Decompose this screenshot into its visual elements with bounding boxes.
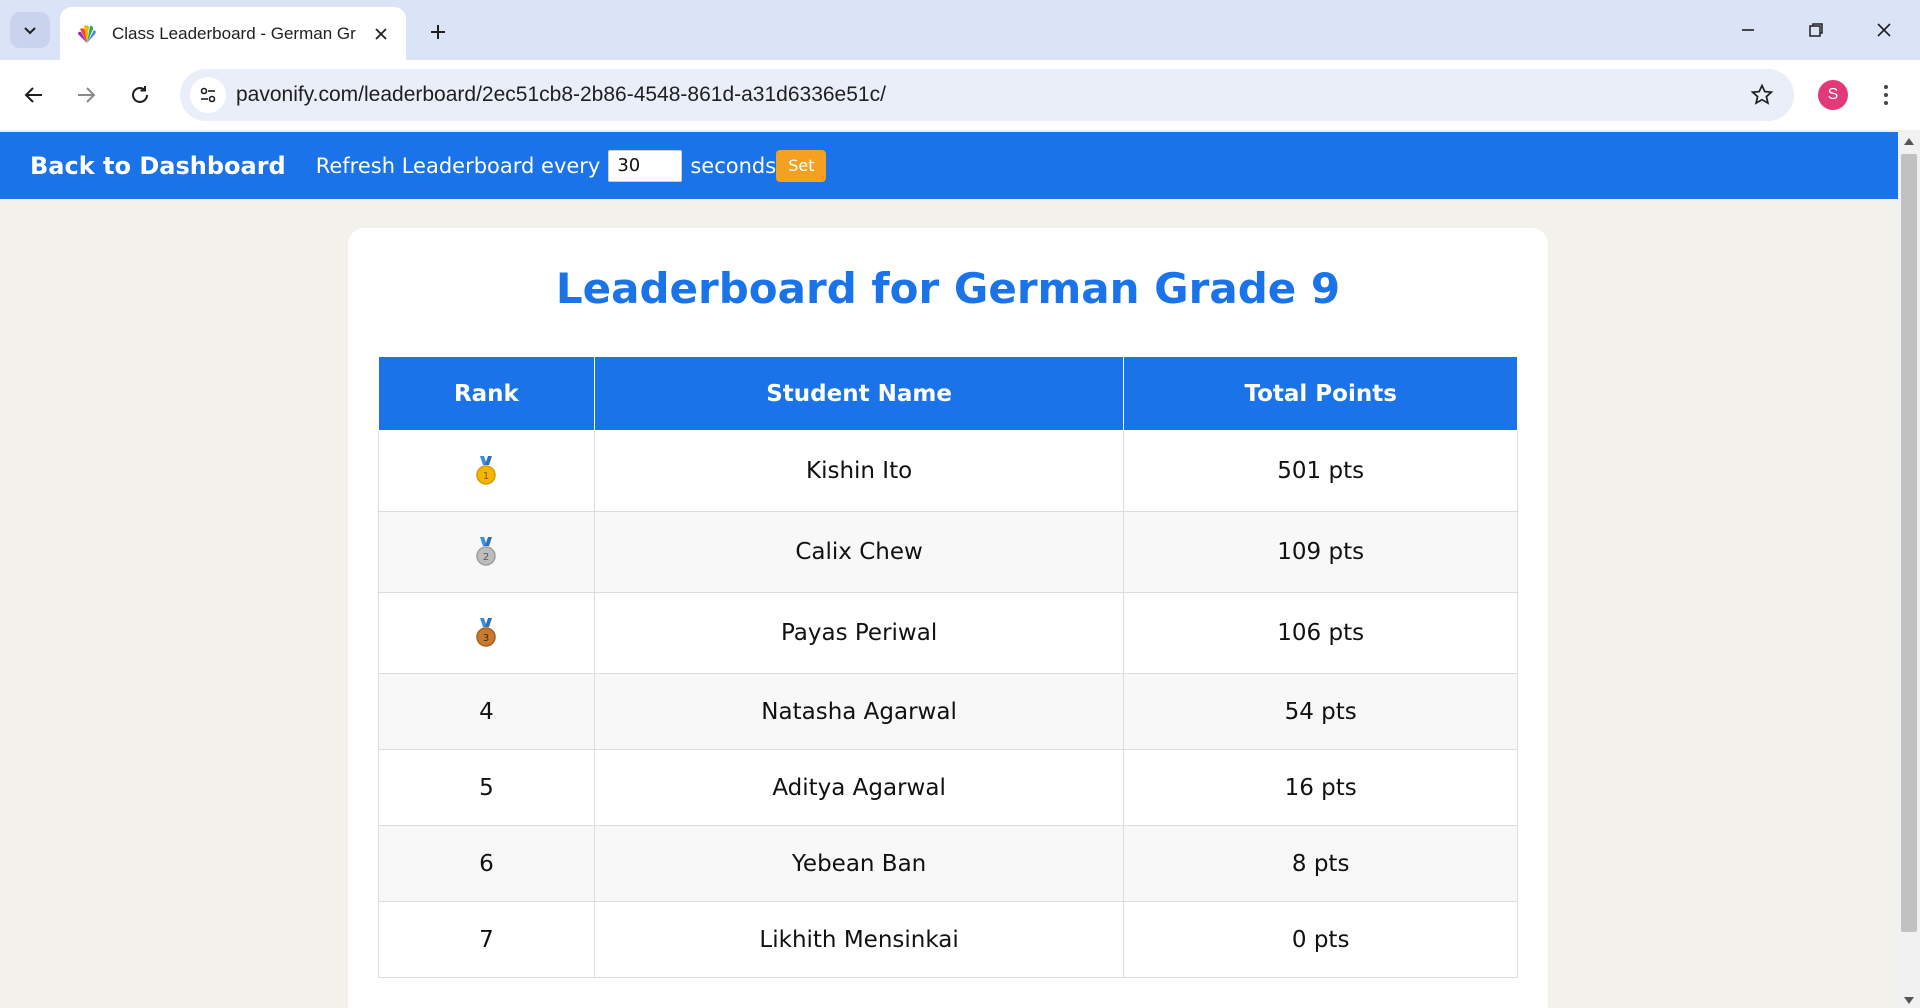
page-viewport: Back to Dashboard Refresh Leaderboard ev… [0, 130, 1898, 1008]
student-name-cell: Payas Periwal [593, 592, 1125, 674]
arrow-right-icon [78, 87, 96, 103]
minimize-button[interactable] [1720, 8, 1776, 52]
forward-button[interactable] [66, 75, 106, 115]
scrollbar-thumb[interactable] [1901, 154, 1917, 932]
scroll-down-arrow-icon[interactable] [1904, 997, 1914, 1004]
url-text[interactable]: pavonify.com/leaderboard/2ec51cb8-2b86-4… [236, 83, 886, 107]
points-cell: 0 pts [1123, 901, 1518, 978]
column-header-total-points: Total Points [1123, 356, 1518, 431]
back-to-dashboard-link[interactable]: Back to Dashboard [30, 152, 286, 180]
student-name-cell: Kishin Ito [593, 430, 1125, 512]
close-icon [1877, 23, 1891, 37]
plus-icon [431, 25, 445, 39]
leaderboard-table: Rank Student Name Total Points 1 Kishin … [378, 356, 1518, 978]
rank-cell: 1 [378, 430, 595, 512]
rank-cell: 2 [378, 511, 595, 593]
star-icon [1750, 83, 1774, 105]
student-name-cell: Natasha Agarwal [593, 673, 1125, 750]
student-name-cell: Likhith Mensinkai [593, 901, 1125, 978]
pavonify-logo-icon [78, 24, 96, 43]
rank-cell: 4 [378, 673, 595, 750]
app-header: Back to Dashboard Refresh Leaderboard ev… [0, 132, 1898, 199]
browser-menu-button[interactable] [1874, 75, 1898, 115]
leaderboard-card: Leaderboard for German Grade 9 Rank Stud… [348, 228, 1548, 1008]
arrow-left-icon [24, 87, 42, 103]
close-icon [375, 27, 387, 40]
column-header-student-name: Student Name [593, 356, 1125, 431]
tab-search-button[interactable] [10, 12, 50, 48]
address-bar[interactable]: pavonify.com/leaderboard/2ec51cb8-2b86-4… [180, 69, 1794, 121]
set-refresh-button[interactable]: Set [776, 149, 827, 182]
points-cell: 106 pts [1123, 592, 1518, 674]
refresh-label: Refresh Leaderboard every [315, 153, 601, 178]
restore-icon [1809, 23, 1823, 37]
table-header-row: Rank Student Name Total Points [378, 356, 1518, 431]
browser-tab-active[interactable]: Class Leaderboard - German Gr [60, 7, 406, 60]
scroll-up-arrow-icon[interactable] [1904, 138, 1914, 145]
menu-dot-icon [1884, 85, 1888, 89]
points-cell: 16 pts [1123, 749, 1518, 826]
gold-medal-icon: 1 [476, 456, 497, 485]
silver-medal-icon: 2 [476, 537, 497, 566]
page-scrollbar[interactable] [1898, 130, 1920, 1008]
back-button[interactable] [14, 75, 54, 115]
rank-cell: 6 [378, 825, 595, 902]
table-row: 4 Natasha Agarwal 54 pts [378, 673, 1518, 750]
svg-text:2: 2 [483, 552, 489, 563]
tab-title: Class Leaderboard - German Gr [112, 23, 356, 43]
page-title: Leaderboard for German Grade 9 [555, 264, 1341, 313]
bookmark-button[interactable] [1748, 81, 1776, 109]
points-cell: 54 pts [1123, 673, 1518, 750]
chevron-down-icon [24, 27, 36, 35]
table-row: 6 Yebean Ban 8 pts [378, 825, 1518, 902]
tab-close-button[interactable] [368, 21, 394, 47]
menu-dot-icon [1884, 93, 1888, 97]
points-cell: 109 pts [1123, 511, 1518, 593]
svg-text:1: 1 [483, 471, 489, 482]
minimize-icon [1742, 29, 1754, 31]
reload-button[interactable] [120, 75, 160, 115]
close-window-button[interactable] [1856, 8, 1912, 52]
table-row: 5 Aditya Agarwal 16 pts [378, 749, 1518, 826]
points-cell: 501 pts [1123, 430, 1518, 512]
tab-strip: Class Leaderboard - German Gr [0, 0, 1920, 60]
table-row: 7 Likhith Mensinkai 0 pts [378, 901, 1518, 978]
rank-cell: 3 [378, 592, 595, 674]
student-name-cell: Aditya Agarwal [593, 749, 1125, 826]
refresh-interval-input[interactable] [608, 149, 683, 182]
site-info-button[interactable] [190, 77, 226, 113]
student-name-cell: Calix Chew [593, 511, 1125, 593]
tune-icon [200, 87, 216, 103]
browser-toolbar: pavonify.com/leaderboard/2ec51cb8-2b86-4… [0, 60, 1920, 130]
table-row: 3 Payas Periwal 106 pts [378, 592, 1518, 674]
restore-button[interactable] [1788, 8, 1844, 52]
rank-cell: 5 [378, 749, 595, 826]
menu-dot-icon [1884, 101, 1888, 105]
student-name-cell: Yebean Ban [593, 825, 1125, 902]
points-cell: 8 pts [1123, 825, 1518, 902]
bronze-medal-icon: 3 [476, 618, 497, 647]
profile-avatar[interactable]: S [1818, 80, 1848, 110]
table-row: 1 Kishin Ito 501 pts [378, 430, 1518, 512]
column-header-rank: Rank [378, 356, 595, 431]
table-row: 2 Calix Chew 109 pts [378, 511, 1518, 593]
reload-icon [132, 86, 148, 103]
svg-text:3: 3 [483, 633, 489, 644]
seconds-label: seconds [690, 153, 777, 178]
rank-cell: 7 [378, 901, 595, 978]
new-tab-button[interactable] [420, 14, 456, 50]
